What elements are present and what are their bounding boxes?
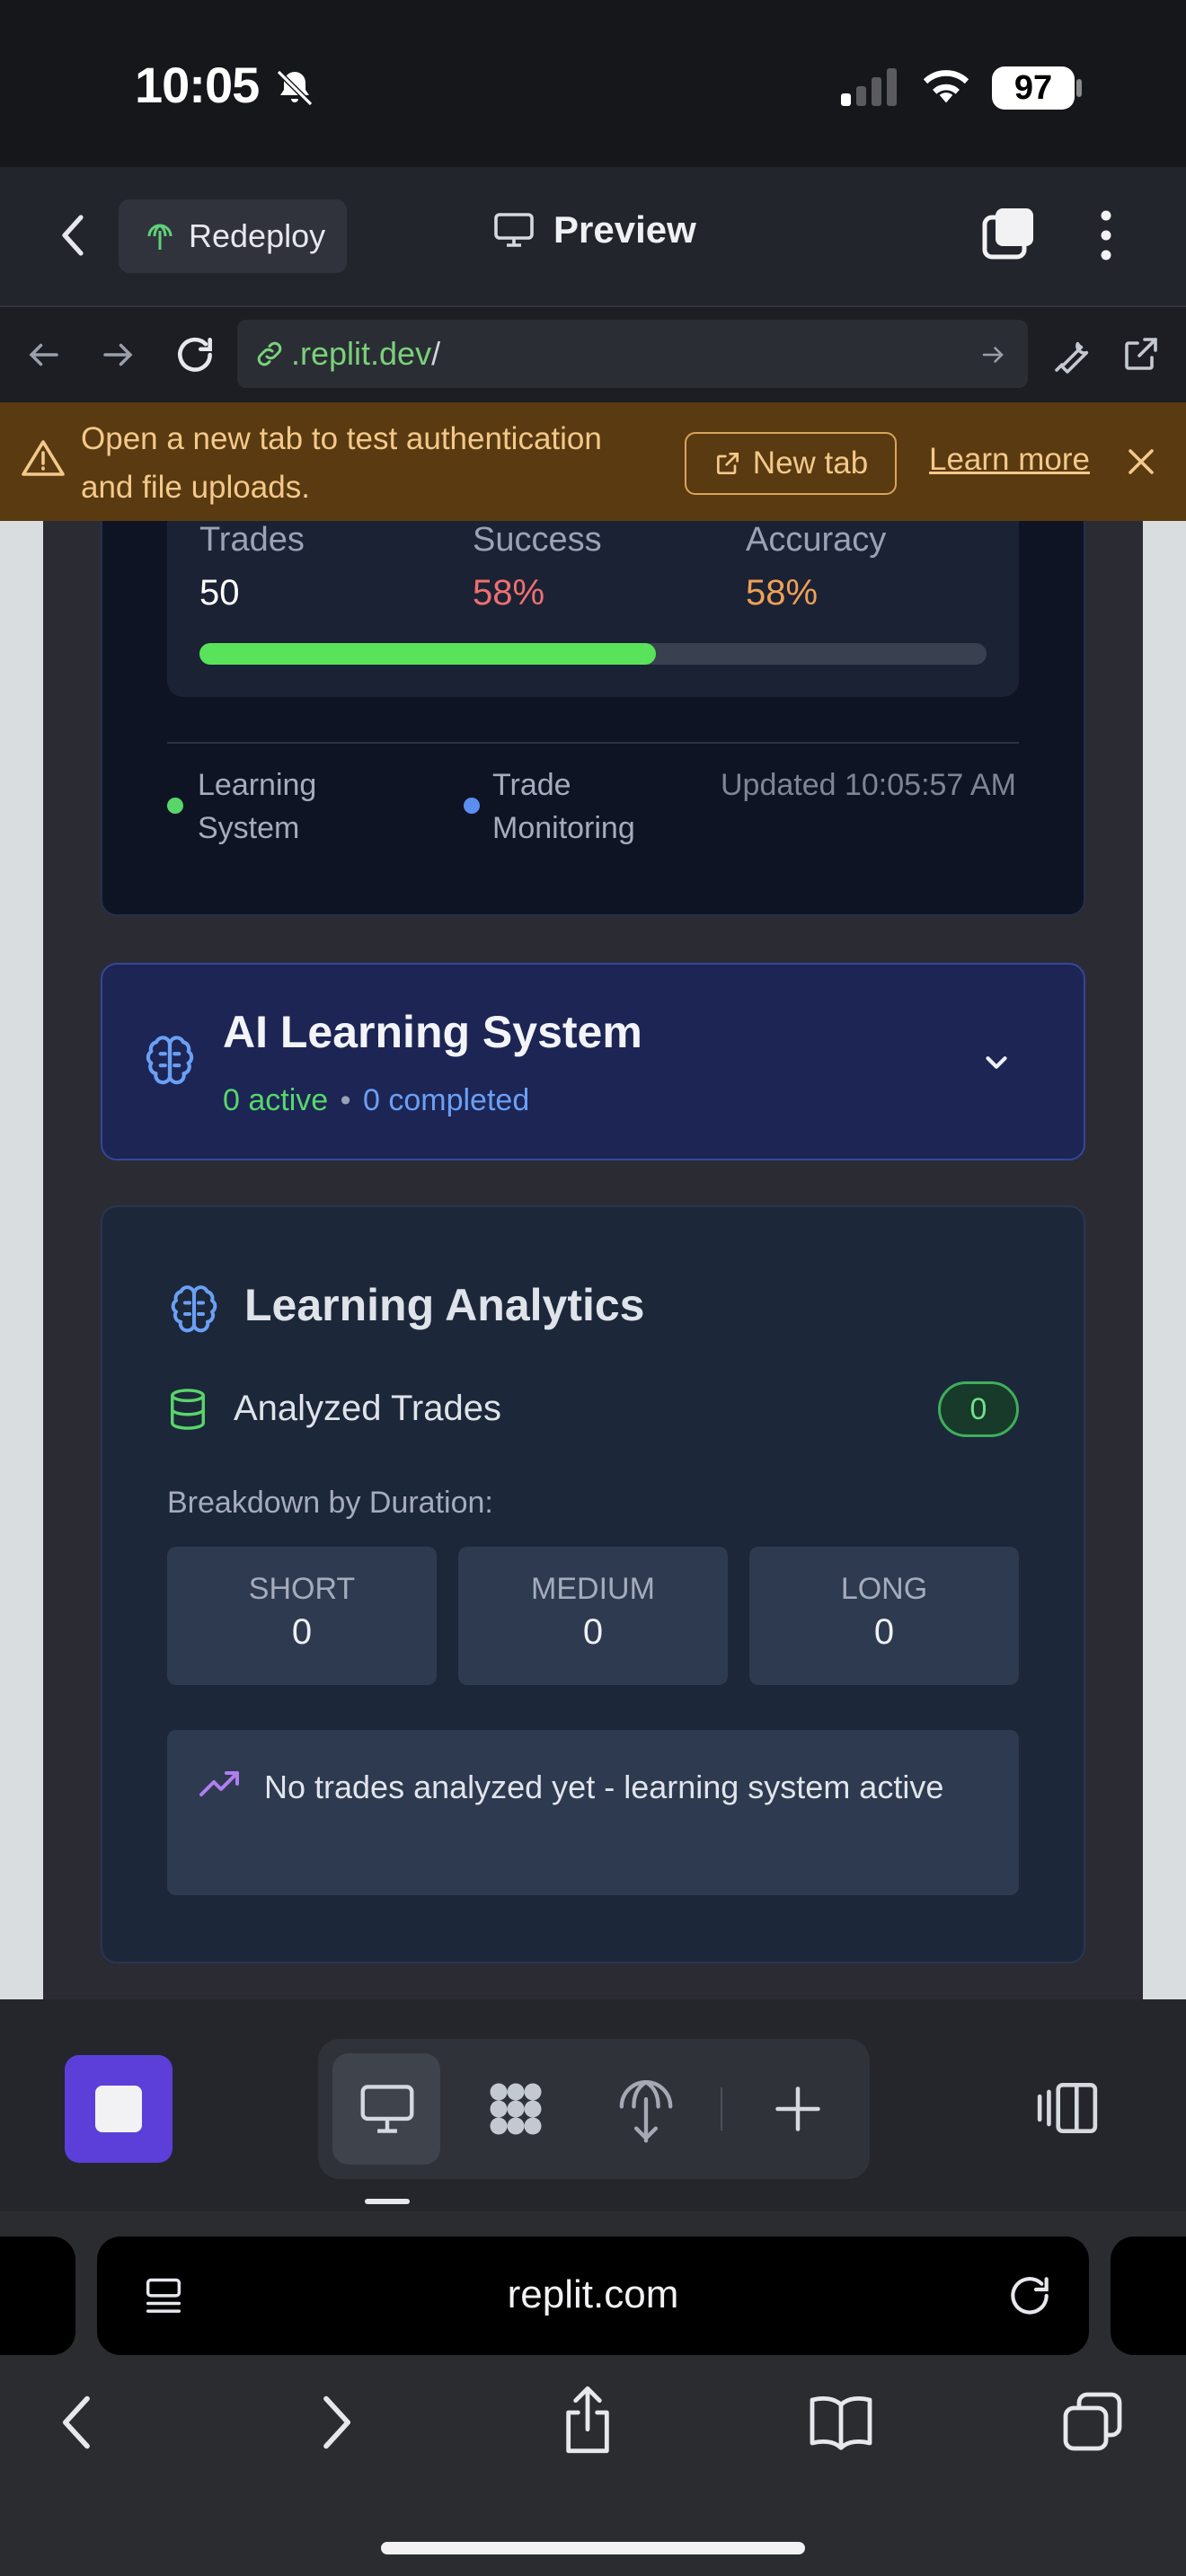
duration-name: MEDIUM xyxy=(531,1572,655,1606)
ai-learning-system-title: AI Learning System xyxy=(223,1007,642,1057)
duration-medium: MEDIUM 0 xyxy=(458,1547,728,1685)
duration-name: SHORT xyxy=(248,1572,356,1606)
legend-learning-system: Learning System xyxy=(198,768,317,845)
banner-message: Open a new tab to test authentication an… xyxy=(81,421,602,505)
monitor-icon xyxy=(492,211,535,249)
database-icon xyxy=(167,1387,208,1432)
more-vertical-icon[interactable] xyxy=(1098,210,1114,260)
breakdown-label: Breakdown by Duration: xyxy=(167,1486,493,1520)
learning-analytics-title: Learning Analytics xyxy=(244,1280,645,1330)
tabs-icon[interactable] xyxy=(981,207,1037,262)
back-chevron-icon[interactable] xyxy=(58,2393,97,2452)
legend-dot-monitoring xyxy=(464,798,480,814)
brain-icon xyxy=(167,1283,221,1337)
back-chevron-icon[interactable] xyxy=(56,212,92,259)
safari-url-text: replit.com xyxy=(507,2272,679,2316)
duration-name: LONG xyxy=(840,1572,928,1606)
success-value: 58% xyxy=(473,573,545,613)
duration-value: 0 xyxy=(291,1612,313,1652)
duration-long: LONG 0 xyxy=(749,1547,1019,1685)
preview-title: Preview xyxy=(492,208,696,251)
trades-label: Trades xyxy=(199,521,305,559)
share-icon[interactable] xyxy=(559,2384,616,2456)
warning-icon xyxy=(22,438,65,478)
progress-fill xyxy=(199,643,656,665)
deploy-icon[interactable] xyxy=(616,2075,676,2143)
duration-short: SHORT 0 xyxy=(167,1547,437,1685)
completed-count: 0 completed xyxy=(363,1083,530,1117)
status-time: 10:05 xyxy=(135,57,260,113)
plus-icon[interactable] xyxy=(771,2082,825,2136)
active-tool-indicator xyxy=(365,2199,410,2204)
url-field[interactable]: .replit.dev / xyxy=(237,320,1028,388)
redeploy-button[interactable]: Redeploy xyxy=(119,199,347,273)
divider xyxy=(167,742,1019,744)
page-margin-right xyxy=(1143,521,1186,1999)
battery-nub xyxy=(1076,79,1082,97)
trending-up-icon xyxy=(199,1768,243,1800)
wrench-icon[interactable] xyxy=(1051,332,1094,375)
redeploy-label: Redeploy xyxy=(189,217,326,254)
status-separator: • xyxy=(340,1083,351,1117)
go-arrow-icon[interactable] xyxy=(979,341,1006,368)
deploy-icon xyxy=(144,220,176,252)
stats-card-bottom xyxy=(101,913,1085,916)
duration-value: 0 xyxy=(873,1612,895,1652)
active-count: 0 active xyxy=(223,1083,329,1117)
legend-dot-learning xyxy=(167,798,183,814)
new-tab-button[interactable]: New tab xyxy=(685,432,897,495)
wifi-icon xyxy=(920,63,972,108)
duration-value: 0 xyxy=(582,1612,604,1652)
panel-toggle-icon[interactable] xyxy=(1035,2080,1100,2136)
adjacent-tab-left[interactable] xyxy=(0,2236,75,2355)
monitor-icon xyxy=(358,2082,417,2136)
external-link-icon xyxy=(713,449,742,478)
cellular-signal-icon xyxy=(841,68,898,106)
empty-state-message: No trades analyzed yet - learning system… xyxy=(264,1769,944,1805)
brain-icon xyxy=(142,1033,198,1089)
legend-trade-monitoring: Trade Monitoring xyxy=(492,768,635,845)
forward-chevron-icon[interactable] xyxy=(316,2393,356,2452)
preview-label: Preview xyxy=(553,208,696,251)
nav-back-icon[interactable] xyxy=(25,336,63,374)
tabs-icon[interactable] xyxy=(1060,2389,1125,2454)
adjacent-tab-right[interactable] xyxy=(1111,2236,1186,2355)
page-margin-left xyxy=(0,521,43,1999)
trades-value: 50 xyxy=(199,573,240,613)
url-path: / xyxy=(431,335,441,372)
accuracy-value: 58% xyxy=(746,573,819,613)
chevron-down-icon[interactable] xyxy=(979,1045,1013,1080)
close-icon[interactable] xyxy=(1125,446,1157,478)
url-host: .replit.dev xyxy=(291,335,432,372)
reload-icon[interactable] xyxy=(1005,2271,1055,2321)
home-indicator xyxy=(381,2542,805,2554)
success-label: Success xyxy=(473,521,602,559)
link-icon xyxy=(253,338,286,370)
updated-timestamp: Updated 10:05:57 AM xyxy=(721,768,1016,802)
nav-forward-icon[interactable] xyxy=(99,336,137,374)
battery-indicator: 97 xyxy=(992,66,1075,110)
ai-learning-system-status: 0 active • 0 completed xyxy=(223,1083,529,1118)
reload-icon[interactable] xyxy=(173,332,217,377)
learn-more-link[interactable]: Learn more xyxy=(929,442,1090,478)
accuracy-label: Accuracy xyxy=(746,521,887,559)
stop-icon xyxy=(95,2086,142,2132)
apps-icon[interactable] xyxy=(482,2075,550,2143)
ai-learning-system-card[interactable] xyxy=(101,963,1085,1160)
analyzed-trades-badge: 0 xyxy=(938,1381,1019,1437)
bookmarks-icon[interactable] xyxy=(807,2393,875,2450)
empty-state-box xyxy=(167,1730,1019,1895)
tool-separator xyxy=(721,2087,722,2130)
bell-muted-icon xyxy=(273,66,316,110)
analyzed-trades-label: Analyzed Trades xyxy=(234,1389,501,1428)
new-tab-label: New tab xyxy=(752,446,869,481)
external-link-icon[interactable] xyxy=(1120,332,1163,375)
